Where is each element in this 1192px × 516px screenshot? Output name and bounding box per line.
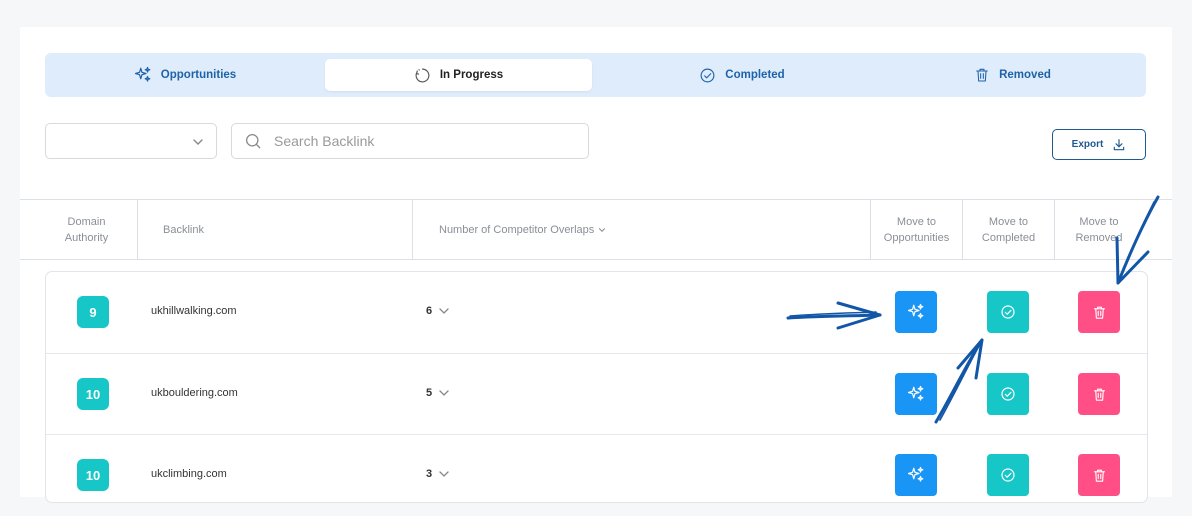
move-to-opportunities-button[interactable] bbox=[895, 454, 937, 496]
header-move-removed: Move to Removed bbox=[1075, 215, 1123, 244]
move-to-completed-button[interactable] bbox=[987, 291, 1029, 333]
tab-label: Completed bbox=[725, 69, 785, 81]
header-competitor-overlaps[interactable]: Number of Competitor Overlaps bbox=[439, 200, 607, 259]
move-to-removed-button[interactable] bbox=[1078, 454, 1120, 496]
tab-completed[interactable]: Completed bbox=[605, 59, 879, 91]
header-domain-authority[interactable]: Domain Authority bbox=[52, 200, 121, 259]
overlap-count[interactable]: 6 bbox=[426, 305, 450, 317]
export-label: Export bbox=[1071, 139, 1104, 150]
check-circle-icon bbox=[700, 68, 715, 82]
header-move-completed: Move to Completed bbox=[981, 215, 1036, 244]
trash-icon bbox=[1093, 469, 1105, 482]
search-field[interactable] bbox=[231, 123, 589, 159]
domain-authority-badge: 10 bbox=[77, 378, 109, 410]
table-header: Domain Authority Backlink Number of Compe… bbox=[20, 199, 1172, 260]
backlink-domain: ukbouldering.com bbox=[151, 387, 238, 399]
sparkles-icon bbox=[907, 466, 924, 482]
move-to-removed-button[interactable] bbox=[1078, 291, 1120, 333]
move-to-completed-button[interactable] bbox=[987, 373, 1029, 415]
sparkles-icon bbox=[907, 303, 924, 319]
chevron-down-icon bbox=[439, 308, 449, 315]
trash-icon bbox=[1093, 306, 1105, 319]
move-to-opportunities-button[interactable] bbox=[895, 373, 937, 415]
tab-label: In Progress bbox=[439, 69, 504, 81]
domain-authority-badge: 10 bbox=[77, 459, 109, 491]
table-row: 9 ukhillwalking.com 6 bbox=[46, 272, 1147, 353]
filter-select[interactable] bbox=[45, 123, 217, 159]
trash-icon bbox=[1093, 388, 1105, 401]
progress-icon bbox=[415, 68, 430, 82]
tab-removed[interactable]: Removed bbox=[879, 59, 1146, 91]
sparkles-icon bbox=[134, 66, 151, 82]
chevron-down-icon bbox=[599, 227, 606, 232]
header-backlink[interactable]: Backlink bbox=[163, 200, 204, 259]
chevron-down-icon bbox=[439, 390, 449, 397]
table-body: 9 ukhillwalking.com 6 10 ukbouldering.co… bbox=[45, 271, 1148, 503]
table-row: 10 ukclimbing.com 3 bbox=[46, 434, 1147, 516]
check-circle-icon bbox=[1001, 468, 1015, 482]
move-to-opportunities-button[interactable] bbox=[895, 291, 937, 333]
trash-icon bbox=[976, 68, 988, 82]
status-tabs: Opportunities In Progress Completed Remo… bbox=[45, 53, 1146, 97]
tab-label: Removed bbox=[999, 69, 1051, 81]
move-to-removed-button[interactable] bbox=[1078, 373, 1120, 415]
download-icon bbox=[1114, 138, 1125, 150]
tab-in-progress[interactable]: In Progress bbox=[325, 59, 592, 91]
sparkles-icon bbox=[907, 385, 924, 401]
overlap-count[interactable]: 3 bbox=[426, 468, 450, 480]
export-button[interactable]: Export bbox=[1052, 129, 1146, 160]
chevron-down-icon bbox=[439, 471, 449, 478]
header-move-opportunities: Move to Opportunities bbox=[883, 215, 950, 244]
chevron-down-icon bbox=[193, 139, 203, 145]
overlap-count[interactable]: 5 bbox=[426, 387, 450, 399]
backlink-domain: ukclimbing.com bbox=[151, 468, 227, 480]
domain-authority-badge: 9 bbox=[77, 296, 109, 328]
search-input[interactable] bbox=[272, 132, 556, 150]
move-to-completed-button[interactable] bbox=[987, 454, 1029, 496]
check-circle-icon bbox=[1001, 387, 1015, 401]
tab-opportunities[interactable]: Opportunities bbox=[45, 59, 325, 91]
check-circle-icon bbox=[1001, 305, 1015, 319]
tab-label: Opportunities bbox=[160, 69, 237, 81]
backlink-domain: ukhillwalking.com bbox=[151, 305, 237, 317]
search-icon bbox=[245, 133, 261, 149]
table-row: 10 ukbouldering.com 5 bbox=[46, 353, 1147, 435]
